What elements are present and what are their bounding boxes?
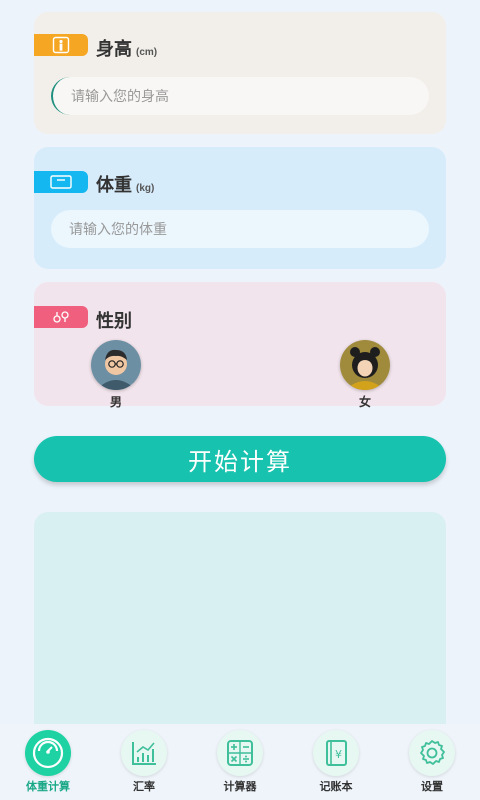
height-tag: [34, 34, 88, 56]
height-title: 身高 (cm): [96, 39, 158, 59]
calculator-icon[interactable]: [217, 730, 263, 776]
height-card: 身高 (cm): [34, 12, 446, 134]
gender-tag: [34, 306, 88, 328]
person-icon: [52, 36, 70, 54]
height-input[interactable]: [51, 77, 429, 115]
weight-card: 体重 (kg): [34, 147, 446, 269]
tab-ledger[interactable]: ¥ 记账本: [296, 724, 376, 794]
scale-icon[interactable]: [25, 730, 71, 776]
height-unit: (cm): [136, 47, 158, 58]
weight-unit: (kg): [136, 183, 155, 194]
weight-tag: [34, 171, 88, 193]
scale-icon: [50, 175, 72, 189]
gear-icon[interactable]: [409, 730, 455, 776]
tab-label-weight-calc: 体重计算: [26, 781, 70, 793]
female-avatar[interactable]: [340, 340, 390, 390]
tab-label-settings: 设置: [421, 781, 443, 793]
tab-label-calculator: 计算器: [223, 781, 257, 793]
tab-label-exchange-rate: 汇率: [133, 781, 155, 793]
tab-label-ledger: 记账本: [319, 781, 353, 793]
bottom-tab-bar: 体重计算 汇率 计算器 ¥ 记账本 设置: [0, 724, 480, 800]
chart-icon[interactable]: [121, 730, 167, 776]
svg-text:¥: ¥: [335, 748, 342, 761]
gender-option-male[interactable]: 男: [86, 340, 146, 410]
gender-title: 性别: [96, 311, 132, 331]
start-calculate-button[interactable]: 开始计算: [34, 436, 446, 482]
gender-icon: [53, 311, 69, 323]
gender-label-female: 女: [358, 395, 371, 409]
weight-title: 体重 (kg): [96, 175, 155, 195]
male-avatar[interactable]: [91, 340, 141, 390]
tab-calculator[interactable]: 计算器: [200, 724, 280, 794]
gender-option-female[interactable]: 女: [335, 340, 395, 410]
weight-input[interactable]: [51, 210, 429, 248]
tab-exchange-rate[interactable]: 汇率: [104, 724, 184, 794]
gender-label-male: 男: [109, 395, 122, 409]
gender-card: 性别 男 女: [34, 282, 446, 409]
tab-settings[interactable]: 设置: [392, 724, 472, 794]
tab-weight-calc[interactable]: 体重计算: [8, 724, 88, 794]
result-panel: [34, 512, 446, 742]
ledger-icon[interactable]: ¥: [313, 730, 359, 776]
